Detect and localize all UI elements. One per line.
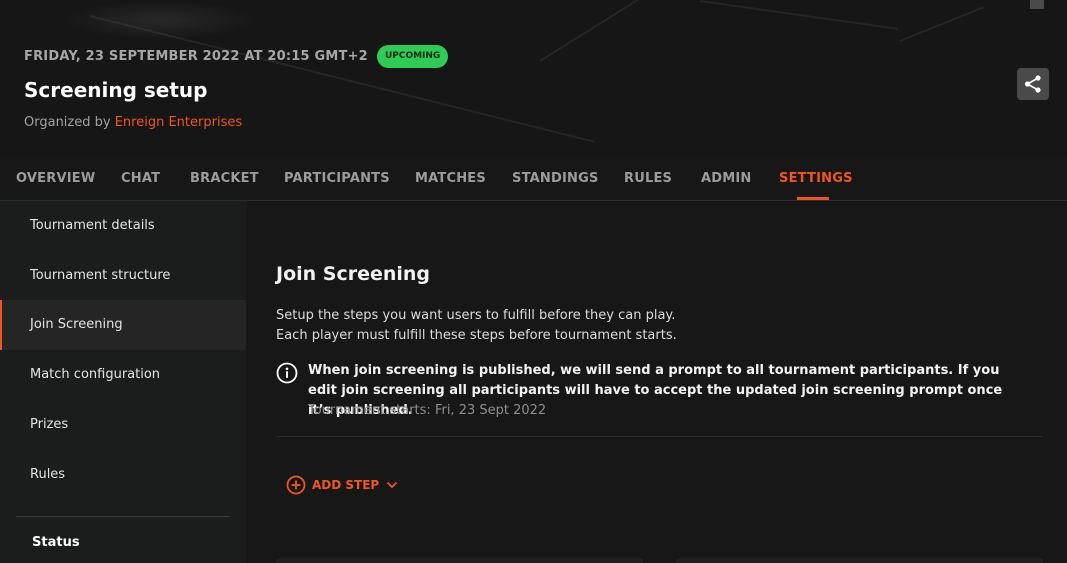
sidebar-item-join-screening[interactable]: Join Screening	[0, 300, 246, 350]
organizer-line: Organized by Enreign Enterprises	[24, 115, 242, 130]
section-divider	[276, 436, 1043, 437]
settings-sidebar: Tournament details Tournament structure …	[0, 201, 246, 563]
event-datetime: FRIDAY, 23 SEPTEMBER 2022 AT 20:15 GMT+2	[24, 49, 368, 64]
sidebar-item-rules[interactable]: Rules	[0, 450, 246, 500]
organized-by-label: Organized by	[24, 115, 111, 130]
info-icon	[276, 362, 298, 384]
section-title: Join Screening	[276, 263, 431, 285]
tab-chat[interactable]: CHAT	[121, 171, 160, 186]
status-badge: UPCOMING	[376, 45, 449, 68]
description-line: Setup the steps you want users to fulfil…	[276, 308, 676, 323]
chevron-down-icon	[387, 481, 398, 489]
organizer-link[interactable]: Enreign Enterprises	[115, 115, 242, 130]
sidebar-item-tournament-structure[interactable]: Tournament structure	[0, 251, 246, 301]
tab-bracket[interactable]: BRACKET	[190, 171, 259, 186]
tab-bar: OVERVIEW CHAT BRACKET PARTICIPANTS MATCH…	[0, 158, 1067, 201]
tab-standings[interactable]: STANDINGS	[512, 171, 599, 186]
description-line: Each player must fulfill these steps bef…	[276, 328, 677, 343]
background-streak	[539, 0, 677, 62]
background-streak	[699, 0, 899, 30]
sidebar-item-tournament-details[interactable]: Tournament details	[0, 201, 246, 251]
sidebar-item-match-configuration[interactable]: Match configuration	[0, 350, 246, 400]
background-block	[1030, 0, 1044, 9]
share-icon	[1024, 75, 1041, 93]
page-title: Screening setup	[24, 78, 208, 102]
step-card[interactable]	[676, 558, 1043, 563]
tournament-start-date: Tournament starts: Fri, 23 Sept 2022	[308, 403, 547, 418]
tab-settings[interactable]: SETTINGS	[779, 171, 853, 186]
event-header: FRIDAY, 23 SEPTEMBER 2022 AT 20:15 GMT+2…	[0, 0, 1067, 158]
tab-participants[interactable]: PARTICIPANTS	[284, 171, 390, 186]
join-screening-panel: Join Screening Setup the steps you want …	[246, 201, 1067, 563]
sidebar-status-heading: Status	[32, 535, 80, 550]
section-description: Setup the steps you want users to fulfil…	[276, 306, 677, 346]
plus-circle-icon	[286, 475, 306, 495]
event-date-row: FRIDAY, 23 SEPTEMBER 2022 AT 20:15 GMT+2…	[24, 45, 449, 68]
tab-overview[interactable]: OVERVIEW	[16, 171, 95, 186]
tab-matches[interactable]: MATCHES	[415, 171, 486, 186]
step-card[interactable]	[276, 558, 643, 563]
active-tab-indicator	[797, 197, 829, 200]
sidebar-divider	[16, 516, 230, 517]
tab-rules[interactable]: RULES	[624, 171, 672, 186]
background-streak	[899, 6, 984, 42]
add-step-button[interactable]: ADD STEP	[286, 475, 399, 495]
tab-admin[interactable]: ADMIN	[701, 171, 752, 186]
share-button[interactable]	[1017, 68, 1049, 100]
sidebar-item-prizes[interactable]: Prizes	[0, 400, 246, 450]
add-step-label: ADD STEP	[312, 478, 380, 492]
